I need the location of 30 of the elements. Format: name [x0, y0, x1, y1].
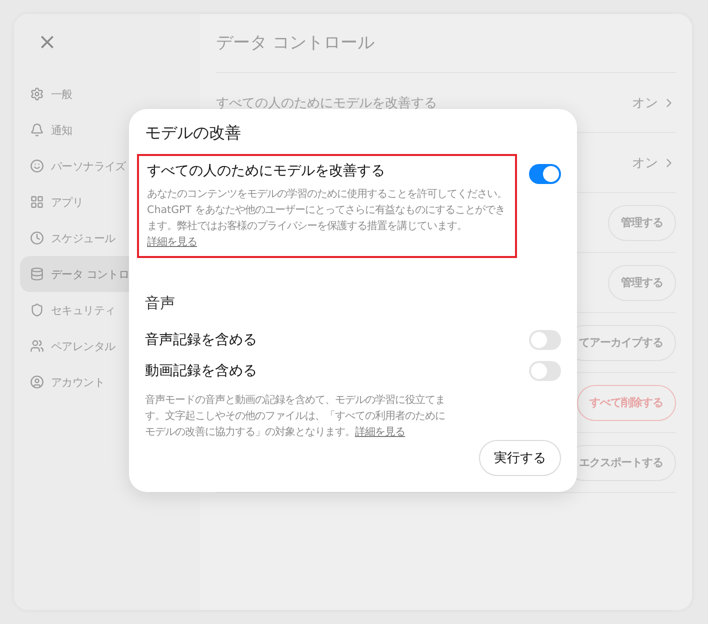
gear-icon	[30, 87, 44, 101]
sidebar-item[interactable]: 一般	[20, 76, 194, 112]
setting-label: 動画記録を含める	[145, 362, 257, 380]
section-heading: 音声	[145, 294, 176, 313]
user-circle-icon	[30, 375, 44, 389]
smile-icon	[30, 159, 44, 173]
shield-icon	[30, 303, 44, 317]
run-button[interactable]: 実行する	[479, 440, 561, 476]
voice-description: 音声モードの音声と動画の記録を含めて、モデルの学習に役立てます。文字起こしやその他のファイルは、「すべての利用者のためにモデルの改善に協力する」の対象となります。詳細を見る	[145, 393, 445, 440]
action-button[interactable]: 管理する	[608, 264, 676, 300]
toggle-switch[interactable]	[529, 330, 561, 350]
details-link[interactable]: 詳細を見る	[147, 236, 197, 248]
panel-title: データ コントロール	[216, 32, 376, 55]
setting-label: すべての人のためにモデルを改善する	[147, 162, 386, 180]
grid-icon	[30, 195, 44, 209]
close-icon[interactable]: ×	[20, 28, 194, 58]
toggle-switch[interactable]	[529, 360, 561, 381]
database-icon	[30, 267, 44, 281]
setting-value[interactable]: オン	[632, 154, 676, 172]
clock-icon	[30, 231, 44, 245]
dialog-title: モデルの改善	[145, 123, 242, 144]
setting-description: あなたのコンテンツをモデルの学習のために使用することを許可してください。ChatGPT をあなたや他のユーザーにとってさらに有益なものにすることができます。弊社ではお客様のプライバシーを保護する措置を講じています。 詳細を見る	[147, 187, 507, 250]
action-button[interactable]: 管理する	[608, 204, 676, 240]
setting-label: 音声記録を含める	[145, 331, 257, 350]
setting-value[interactable]: オン	[632, 94, 676, 112]
bell-icon	[30, 123, 44, 137]
users-icon	[30, 339, 44, 353]
setting-label: すべての人のためにモデルを改善する	[216, 94, 437, 112]
details-link[interactable]: 詳細を見る	[355, 426, 405, 438]
toggle-switch[interactable]	[529, 164, 561, 184]
